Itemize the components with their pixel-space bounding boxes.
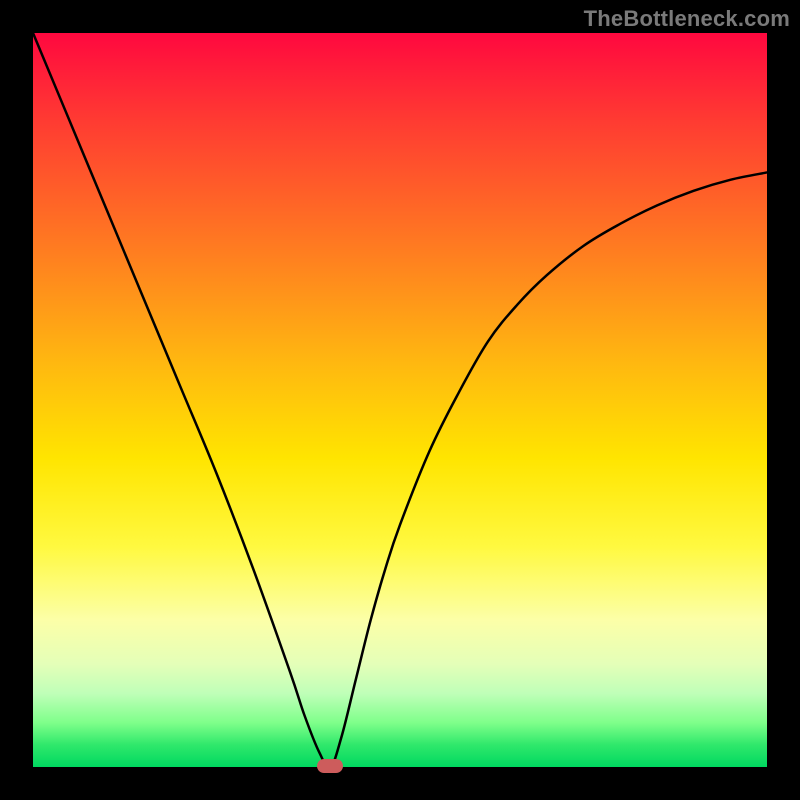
bottleneck-curve xyxy=(33,33,767,767)
watermark-text: TheBottleneck.com xyxy=(584,6,790,32)
plot-area xyxy=(33,33,767,767)
chart-frame: TheBottleneck.com xyxy=(0,0,800,800)
optimal-point-marker xyxy=(317,759,343,773)
